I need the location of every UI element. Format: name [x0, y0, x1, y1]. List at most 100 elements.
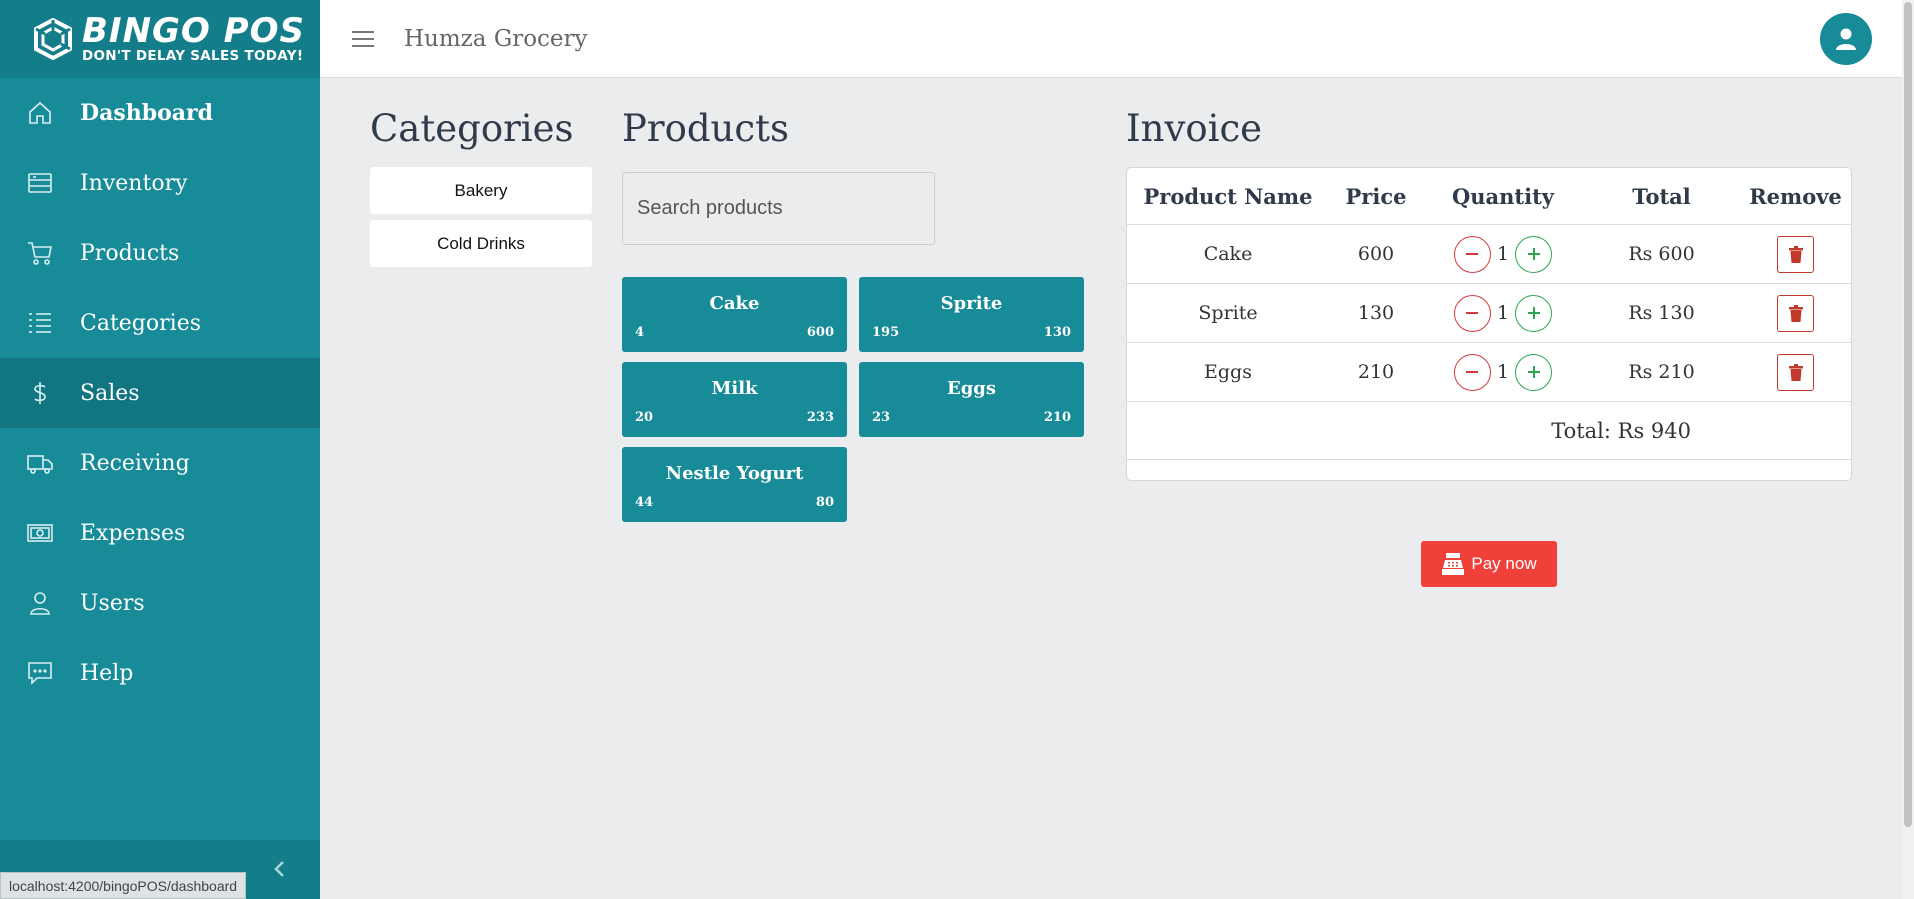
invoice-product-name: Cake	[1203, 243, 1253, 265]
product-name: Milk	[711, 378, 758, 399]
chat-icon	[26, 659, 54, 687]
minus-icon	[1466, 253, 1479, 255]
invoice-total-row: Total: Rs 940	[1127, 402, 1851, 460]
remove-item-button[interactable]	[1777, 353, 1814, 391]
quantity-stepper: 1	[1423, 284, 1583, 342]
plus-icon	[1527, 248, 1540, 260]
remove-item-button[interactable]	[1777, 235, 1814, 273]
increase-quantity-button[interactable]	[1515, 294, 1553, 332]
product-stock: 4	[635, 325, 645, 340]
product-price: 210	[1043, 410, 1071, 425]
cart-icon	[26, 239, 54, 267]
home-icon	[26, 99, 54, 127]
sidebar-item-label: Users	[80, 590, 145, 616]
increase-quantity-button[interactable]	[1515, 235, 1553, 273]
invoice-total: Total: Rs 940	[1551, 418, 1691, 443]
invoice-header-row: Product Name Price Quantity Total Remove	[1127, 168, 1851, 225]
minus-icon	[1466, 371, 1479, 373]
product-price: 233	[806, 410, 834, 425]
trash-icon	[1788, 304, 1803, 322]
sidebar-item-label: Expenses	[80, 520, 186, 546]
product-name: Cake	[709, 293, 760, 314]
invoice-row: Sprite 130 1 Rs 130	[1127, 284, 1851, 343]
dollar-icon	[26, 379, 54, 407]
column-header-total: Total	[1632, 183, 1691, 209]
decrease-quantity-button[interactable]	[1453, 353, 1491, 391]
sidebar-item-categories[interactable]: Categories	[0, 288, 320, 358]
plus-icon	[1527, 307, 1540, 319]
product-price: 600	[806, 325, 834, 340]
products-title: Products	[622, 107, 789, 150]
product-card-milk[interactable]: Milk 20 233	[622, 362, 847, 437]
pay-now-button[interactable]: Pay now	[1421, 541, 1557, 587]
remove-cell	[1740, 284, 1851, 342]
invoice-line-total: Rs 130	[1628, 302, 1695, 324]
collapse-sidebar-button[interactable]	[268, 856, 290, 882]
sidebar-item-help[interactable]: Help	[0, 638, 320, 708]
product-card-nestle-yogurt[interactable]: Nestle Yogurt 44 80	[622, 447, 847, 522]
decrease-quantity-button[interactable]	[1453, 235, 1491, 273]
sidebar-item-label: Inventory	[80, 170, 188, 196]
bingo-logo-icon	[34, 18, 72, 60]
product-name: Sprite	[940, 293, 1003, 314]
hamburger-line	[352, 37, 374, 40]
store-name: Humza Grocery	[404, 25, 588, 52]
product-card-cake[interactable]: Cake 4 600	[622, 277, 847, 352]
sidebar-item-sales[interactable]: Sales	[0, 358, 320, 428]
category-bakery-button[interactable]: Bakery	[370, 167, 592, 214]
user-icon	[1836, 28, 1856, 50]
status-bar-url: localhost:4200/bingoPOS/dashboard	[0, 872, 247, 899]
quantity-stepper: 1	[1423, 225, 1583, 283]
sidebar-item-products[interactable]: Products	[0, 218, 320, 288]
product-stock: 195	[872, 325, 900, 340]
product-card-sprite[interactable]: Sprite 195 130	[859, 277, 1084, 352]
chevron-left-icon	[274, 861, 284, 877]
product-price: 130	[1043, 325, 1071, 340]
increase-quantity-button[interactable]	[1515, 353, 1553, 391]
product-stock: 20	[635, 410, 654, 425]
invoice-table: Product Name Price Quantity Total Remove…	[1126, 167, 1852, 481]
menu-toggle-button[interactable]	[352, 29, 374, 49]
category-cold-drinks-button[interactable]: Cold Drinks	[370, 220, 592, 267]
truck-icon	[26, 449, 54, 477]
invoice-line-total: Rs 210	[1628, 361, 1695, 383]
sidebar-item-expenses[interactable]: Expenses	[0, 498, 320, 568]
sidebar-item-inventory[interactable]: Inventory	[0, 148, 320, 218]
minus-icon	[1466, 312, 1479, 314]
sidebar-item-dashboard[interactable]: Dashboard	[0, 78, 320, 148]
brand[interactable]: BINGO POS DON'T DELAY SALES TODAY!	[0, 0, 320, 78]
hamburger-line	[352, 30, 374, 33]
product-card-eggs[interactable]: Eggs 23 210	[859, 362, 1084, 437]
cash-register-icon	[1442, 553, 1465, 575]
hamburger-line	[352, 44, 374, 47]
quantity-value: 1	[1496, 361, 1510, 383]
quantity-value: 1	[1496, 302, 1510, 324]
scrollbar-thumb[interactable]	[1904, 2, 1912, 827]
plus-icon	[1527, 366, 1540, 378]
column-header-product-name: Product Name	[1143, 183, 1313, 209]
product-name: Nestle Yogurt	[665, 463, 804, 484]
invoice-title: Invoice	[1126, 107, 1263, 150]
remove-cell	[1740, 225, 1851, 283]
remove-item-button[interactable]	[1777, 294, 1814, 332]
list-icon	[26, 309, 54, 337]
money-icon	[26, 519, 54, 547]
sidebar-item-label: Sales	[80, 380, 140, 406]
trash-icon	[1788, 363, 1803, 381]
sidebar-item-receiving[interactable]: Receiving	[0, 428, 320, 498]
remove-cell	[1740, 343, 1851, 401]
sidebar-item-label: Dashboard	[80, 100, 213, 126]
invoice-price: 130	[1357, 302, 1395, 324]
decrease-quantity-button[interactable]	[1453, 294, 1491, 332]
sidebar: BINGO POS DON'T DELAY SALES TODAY! Dashb…	[0, 0, 320, 899]
product-search-input[interactable]	[622, 172, 935, 245]
sidebar-item-users[interactable]: Users	[0, 568, 320, 638]
user-avatar-button[interactable]	[1820, 13, 1872, 65]
page-scrollbar[interactable]	[1902, 0, 1914, 899]
invoice-row: Eggs 210 1 Rs 210	[1127, 343, 1851, 402]
brand-name: BINGO POS	[82, 11, 305, 52]
product-stock: 44	[635, 495, 654, 510]
sidebar-item-label: Products	[80, 240, 180, 266]
quantity-stepper: 1	[1423, 343, 1583, 401]
column-header-remove: Remove	[1749, 183, 1842, 209]
